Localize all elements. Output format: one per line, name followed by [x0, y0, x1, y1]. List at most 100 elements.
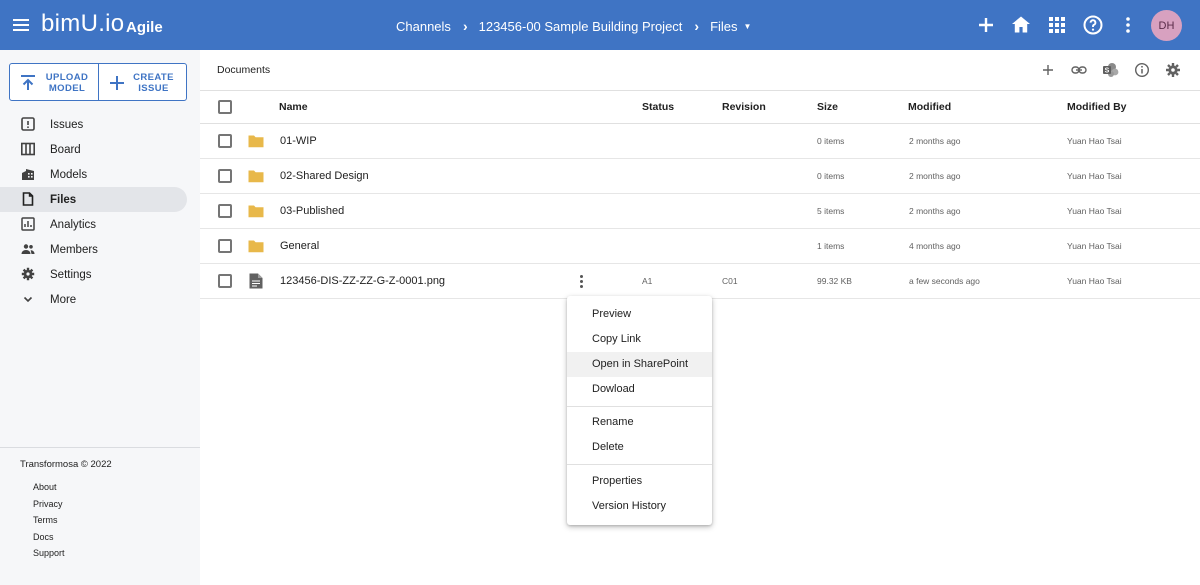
file-name[interactable]: General: [280, 240, 319, 252]
create-issue-button[interactable]: CREATE ISSUE: [97, 64, 187, 100]
copyright-text: Transformosa © 2022: [20, 459, 112, 470]
table-row[interactable]: 123456-DIS-ZZ-ZZ-G-Z-0001.png A1 C01 99.…: [200, 264, 1200, 299]
upload-model-button[interactable]: UPLOAD MODEL: [10, 64, 98, 100]
file-icon: [249, 273, 263, 289]
footer-link-support[interactable]: Support: [33, 548, 65, 565]
menu-item-copy-link[interactable]: Copy Link: [567, 327, 712, 352]
sidebar-nav: Issues Board Models Files Analytics Memb…: [0, 112, 200, 312]
file-modified-by: Yuan Hao Tsai: [1067, 171, 1122, 181]
sidebar: UPLOAD MODEL CREATE ISSUE Issues Board M…: [0, 50, 200, 585]
sidebar-item-settings[interactable]: Settings: [0, 262, 200, 287]
chevron-right-icon: ›: [694, 18, 700, 34]
sidebar-item-files[interactable]: Files: [0, 187, 187, 212]
file-size: 5 items: [817, 206, 845, 216]
link-icon[interactable]: [1071, 62, 1087, 78]
folder-icon: [248, 170, 264, 183]
sidebar-item-label: Files: [50, 193, 77, 206]
upload-icon: [21, 75, 35, 90]
table-row[interactable]: 02-Shared Design 0 items 2 months ago Yu…: [200, 159, 1200, 194]
table-row[interactable]: 01-WIP 0 items 2 months ago Yuan Hao Tsa…: [200, 124, 1200, 159]
footer-link-about[interactable]: About: [33, 482, 65, 499]
file-modified-by: Yuan Hao Tsai: [1067, 206, 1122, 216]
footer-link-privacy[interactable]: Privacy: [33, 499, 65, 516]
sidebar-item-models[interactable]: Models: [0, 162, 200, 187]
hamburger-menu-icon[interactable]: [10, 14, 32, 36]
caret-down-icon[interactable]: ▼: [744, 22, 752, 31]
top-app-bar: bimU.io Agile Channels › 123456-00 Sampl…: [0, 0, 1200, 50]
file-modified-by: Yuan Hao Tsai: [1067, 276, 1122, 286]
file-modified: a few seconds ago: [909, 276, 980, 286]
table-row[interactable]: 03-Published 5 items 2 months ago Yuan H…: [200, 194, 1200, 229]
footer-link-terms[interactable]: Terms: [33, 515, 65, 532]
product-name: Agile: [126, 19, 163, 36]
sharepoint-icon[interactable]: S: [1102, 62, 1120, 78]
more-vertical-icon[interactable]: [1116, 13, 1140, 37]
column-header-revision[interactable]: Revision: [722, 101, 766, 113]
menu-item-open-in-sharepoint[interactable]: Open in SharePoint: [567, 352, 712, 377]
folder-icon: [248, 205, 264, 218]
add-icon[interactable]: [1040, 62, 1056, 78]
row-more-vertical-icon[interactable]: [574, 273, 588, 289]
issues-icon: [21, 117, 35, 131]
info-icon[interactable]: [1134, 62, 1150, 78]
chevron-down-icon: [23, 296, 33, 303]
column-header-modified-by[interactable]: Modified By: [1067, 101, 1127, 113]
home-icon[interactable]: [1009, 13, 1033, 37]
sidebar-item-board[interactable]: Board: [0, 137, 200, 162]
help-icon[interactable]: [1081, 13, 1105, 37]
plus-icon: [109, 76, 124, 90]
menu-item-label: Version History: [592, 500, 666, 512]
file-modified: 4 months ago: [909, 241, 961, 251]
menu-item-version-history[interactable]: Version History: [567, 494, 712, 519]
sidebar-item-members[interactable]: Members: [0, 237, 200, 262]
footer-link-docs[interactable]: Docs: [33, 532, 65, 549]
breadcrumb: Channels › 123456-00 Sample Building Pro…: [396, 17, 751, 35]
menu-item-label: Copy Link: [592, 333, 641, 345]
sidebar-item-label: Analytics: [50, 218, 97, 231]
row-checkbox[interactable]: [218, 134, 232, 148]
page-title: Documents: [217, 64, 271, 76]
file-name[interactable]: 03-Published: [280, 205, 344, 217]
add-icon[interactable]: [974, 13, 998, 37]
settings-icon[interactable]: [1165, 62, 1181, 78]
menu-item-label: Rename: [592, 416, 634, 428]
menu-item-preview[interactable]: Preview: [567, 302, 712, 327]
analytics-icon: [21, 217, 35, 231]
menu-item-download[interactable]: Dowload: [567, 377, 712, 402]
file-revision: C01: [722, 276, 738, 286]
file-name[interactable]: 01-WIP: [280, 135, 317, 147]
file-size: 99.32 KB: [817, 276, 852, 286]
menu-item-rename[interactable]: Rename: [567, 410, 712, 435]
menu-item-properties[interactable]: Properties: [567, 469, 712, 494]
apps-grid-icon[interactable]: [1045, 13, 1069, 37]
column-header-modified[interactable]: Modified: [908, 101, 951, 113]
file-size: 0 items: [817, 136, 845, 146]
table-row[interactable]: General 1 items 4 months ago Yuan Hao Ts…: [200, 229, 1200, 264]
row-checkbox[interactable]: [218, 274, 232, 288]
column-header-status[interactable]: Status: [642, 101, 674, 113]
menu-item-delete[interactable]: Delete: [567, 435, 712, 460]
file-name[interactable]: 123456-DIS-ZZ-ZZ-G-Z-0001.png: [280, 275, 445, 287]
select-all-checkbox[interactable]: [218, 100, 232, 114]
breadcrumb-project[interactable]: 123456-00 Sample Building Project: [479, 19, 683, 34]
user-avatar[interactable]: DH: [1151, 10, 1182, 41]
row-checkbox[interactable]: [218, 239, 232, 253]
column-header-name[interactable]: Name: [279, 101, 308, 113]
sidebar-item-more[interactable]: More: [0, 287, 200, 312]
breadcrumb-channels[interactable]: Channels: [396, 19, 451, 34]
sidebar-item-analytics[interactable]: Analytics: [0, 212, 200, 237]
sidebar-item-label: Members: [50, 243, 98, 256]
file-name[interactable]: 02-Shared Design: [280, 170, 369, 182]
file-modified: 2 months ago: [909, 171, 961, 181]
models-icon: [22, 169, 34, 180]
column-header-size[interactable]: Size: [817, 101, 838, 113]
sidebar-item-label: More: [50, 293, 77, 306]
app-logo[interactable]: bimU.io: [41, 10, 124, 38]
settings-icon: [21, 267, 35, 281]
row-checkbox[interactable]: [218, 169, 232, 183]
sidebar-item-issues[interactable]: Issues: [0, 112, 200, 137]
menu-item-label: Delete: [592, 441, 624, 453]
file-modified: 2 months ago: [909, 136, 961, 146]
breadcrumb-files[interactable]: Files: [710, 19, 737, 34]
row-checkbox[interactable]: [218, 204, 232, 218]
